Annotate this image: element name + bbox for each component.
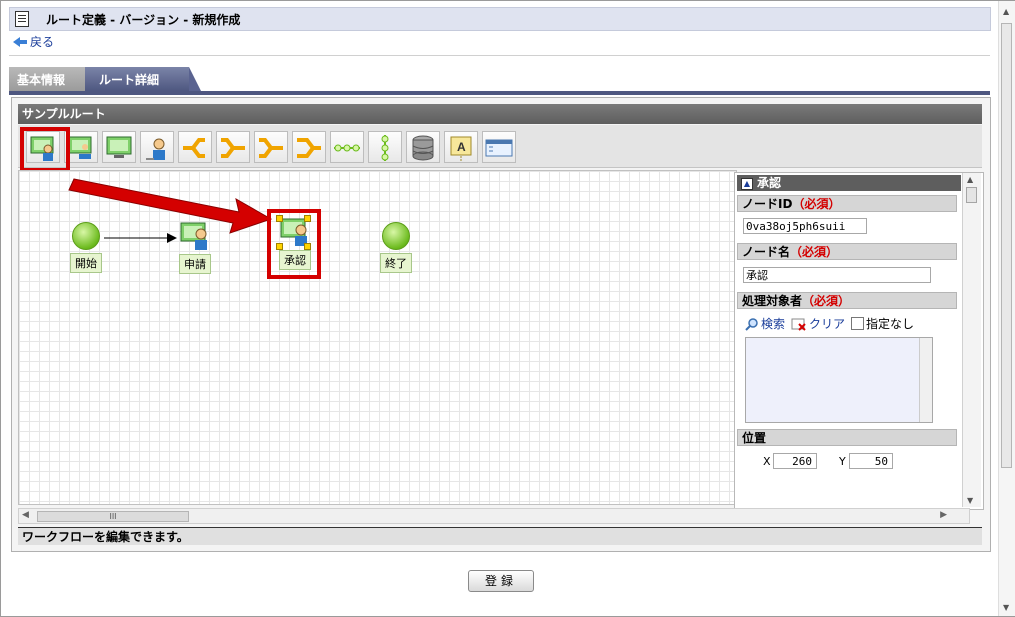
unspecified-checkbox[interactable]	[851, 317, 864, 330]
title-bar: ルート定義 - バージョン - 新規作成	[9, 7, 991, 31]
required-marker: （必須）	[792, 197, 841, 211]
search-icon	[745, 317, 758, 331]
collapse-icon[interactable]: ▲	[741, 178, 753, 190]
tool-system-node[interactable]	[102, 131, 136, 163]
tab-basic-info[interactable]: 基本情報	[9, 67, 99, 91]
resize-handle[interactable]	[276, 243, 283, 250]
unspecified-checkbox-row[interactable]: 指定なし	[851, 315, 914, 332]
assignee-list-scrollbar[interactable]	[919, 338, 932, 422]
search-button[interactable]: 検索	[745, 315, 785, 332]
node-start[interactable]: 開始	[68, 222, 104, 273]
clear-icon	[791, 318, 806, 331]
scroll-up-icon[interactable]: ▲	[1003, 7, 1009, 16]
text-annotation-icon: A	[450, 136, 472, 161]
branch-join-alt-icon	[297, 138, 321, 158]
divider	[9, 55, 990, 56]
resize-handle[interactable]	[304, 243, 311, 250]
scroll-down-icon[interactable]: ▼	[1003, 603, 1009, 612]
window-scrollbar[interactable]: ▲ ▼	[998, 1, 1015, 616]
node-name-field[interactable]: 承認	[743, 267, 931, 283]
scroll-down-icon[interactable]: ▼	[967, 496, 973, 505]
end-circle-icon	[382, 222, 410, 250]
clear-button[interactable]: クリア	[791, 315, 845, 332]
start-circle-icon	[72, 222, 100, 250]
document-icon	[15, 11, 29, 27]
unspecified-label: 指定なし	[866, 317, 915, 331]
scroll-right-icon[interactable]: ▶	[940, 510, 947, 520]
node-toolbar: A	[18, 125, 982, 172]
y-label: Y	[839, 455, 846, 468]
tool-person[interactable]	[140, 131, 174, 163]
y-field[interactable]: 50	[849, 453, 893, 469]
browser-window: ルート定義 - バージョン - 新規作成 戻る 基本情報 ルート詳細 サンプルル…	[0, 0, 1015, 617]
node-name-header: ノード名（必須）	[737, 243, 957, 260]
route-editor-panel: サンプルルート A 開始 申請 承認 終了 ▲ 承認 ノードID（必須） 0va…	[11, 97, 991, 552]
tab-route-detail[interactable]: ルート詳細	[85, 67, 201, 91]
tool-highlight-box	[20, 127, 70, 172]
vertical-line-icon	[381, 135, 389, 161]
route-name-header: サンプルルート	[18, 104, 982, 124]
tool-horizontal-line[interactable]	[330, 131, 364, 163]
system-node-icon	[106, 136, 132, 158]
resize-handle[interactable]	[276, 215, 283, 222]
scroll-up-icon[interactable]: ▲	[967, 175, 973, 184]
tool-text-annotation[interactable]: A	[444, 131, 478, 163]
node-label: 申請	[179, 254, 211, 274]
canvas-hscrollbar[interactable]: ◀ III ▶	[18, 508, 970, 524]
properties-title-text: 承認	[757, 176, 782, 190]
assignee-list[interactable]	[745, 337, 933, 423]
branch-join-icon	[221, 138, 245, 158]
horizontal-line-icon	[334, 144, 360, 152]
x-label: X	[763, 455, 771, 468]
person-icon	[146, 138, 165, 160]
user-node-alt-icon	[68, 136, 92, 159]
window-icon	[485, 139, 513, 157]
back-arrow-icon	[13, 36, 27, 47]
status-bar: ワークフローを編集できます。	[18, 527, 982, 545]
page-title: ルート定義 - バージョン - 新規作成	[46, 13, 241, 27]
resize-handle[interactable]	[304, 215, 311, 222]
node-label: 開始	[70, 253, 102, 273]
clear-label: クリア	[809, 317, 846, 331]
node-approve[interactable]: 承認	[275, 215, 315, 270]
node-apply[interactable]: 申請	[175, 221, 215, 274]
svg-text:A: A	[457, 140, 466, 154]
assignee-header: 処理対象者（必須）	[737, 292, 957, 309]
workflow-canvas[interactable]: 開始 申請 承認 終了	[18, 170, 737, 505]
database-icon	[412, 135, 434, 161]
hscroll-thumb[interactable]: III	[37, 511, 189, 522]
x-field[interactable]: 260	[773, 453, 817, 469]
node-id-header: ノードID（必須）	[737, 195, 957, 212]
tab-bar: 基本情報 ルート詳細	[9, 67, 990, 95]
back-label: 戻る	[30, 35, 55, 49]
required-marker: （必須）	[802, 294, 851, 308]
submit-button[interactable]: 登録	[468, 570, 534, 592]
tool-branch-join-alt[interactable]	[292, 131, 326, 163]
position-header: 位置	[737, 429, 957, 446]
scroll-left-icon[interactable]: ◀	[22, 510, 29, 520]
user-node-icon	[180, 222, 207, 250]
window-scroll-thumb[interactable]	[1001, 23, 1012, 468]
properties-panel: ▲ 承認 ノードID（必須） 0va38oj5ph6suii ノード名（必須） …	[734, 172, 984, 510]
tab-underline	[9, 91, 990, 95]
node-end[interactable]: 終了	[378, 222, 414, 273]
tool-branch-split[interactable]	[178, 131, 212, 163]
search-label: 検索	[761, 317, 786, 331]
scroll-thumb[interactable]	[966, 187, 977, 203]
tool-branch-split-alt[interactable]	[254, 131, 288, 163]
required-marker: （必須）	[790, 245, 839, 259]
tool-database[interactable]	[406, 131, 440, 163]
back-link[interactable]: 戻る	[13, 33, 54, 50]
connection-layer	[68, 178, 273, 243]
tool-window[interactable]	[482, 131, 516, 163]
node-label: 承認	[279, 250, 311, 270]
properties-title: ▲ 承認	[737, 175, 961, 191]
tool-branch-join[interactable]	[216, 131, 250, 163]
properties-scrollbar[interactable]: ▲ ▼	[962, 173, 981, 507]
branch-split-alt-icon	[259, 138, 283, 158]
node-id-field[interactable]: 0va38oj5ph6suii	[743, 218, 867, 234]
tool-vertical-line[interactable]	[368, 131, 402, 163]
branch-split-icon	[183, 138, 205, 158]
node-label: 終了	[380, 253, 412, 273]
